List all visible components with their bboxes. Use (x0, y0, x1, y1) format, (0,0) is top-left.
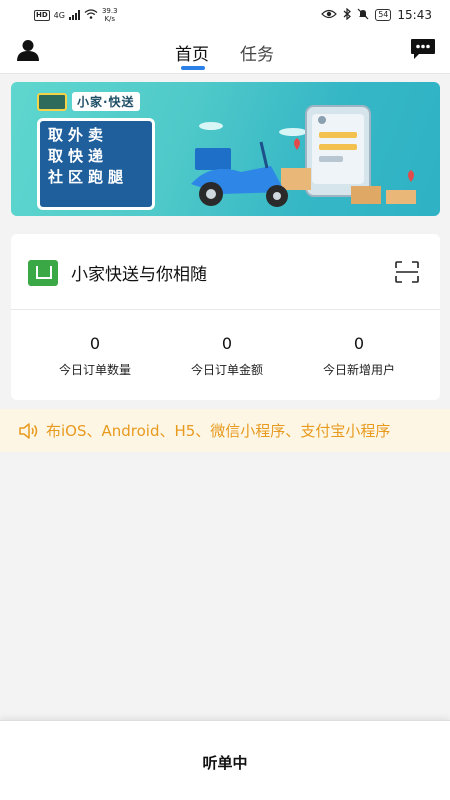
bottom-bar: 听单中 (0, 720, 450, 800)
network-label: 4G (53, 10, 65, 20)
mute-icon (357, 8, 369, 23)
stat-amount[interactable]: 0 今日订单金额 (161, 334, 293, 378)
net-speed: 39.3 K/s (102, 7, 118, 23)
scan-icon[interactable] (395, 261, 419, 283)
stat-label: 今日订单数量 (58, 363, 131, 377)
stat-orders[interactable]: 0 今日订单数量 (29, 334, 161, 378)
status-right: 54 15:43 (321, 7, 432, 23)
user-icon[interactable] (16, 39, 40, 61)
stats-row: 0 今日订单数量 0 今日订单金额 0 今日新增用户 (11, 334, 440, 378)
eye-icon (321, 8, 338, 22)
net-speed-unit: K/s (104, 15, 116, 23)
brand-logo: 小家·快送 (37, 92, 140, 111)
promo-banner[interactable]: 小家·快送 取外卖 取快递 社区跑腿 (11, 82, 440, 216)
stat-new-users[interactable]: 0 今日新增用户 (293, 334, 425, 378)
slogan-line: 取外卖 (48, 126, 109, 144)
delivery-illustration (191, 105, 416, 207)
card-header: 小家快送与你相随 (11, 234, 440, 310)
scooter-logo-icon (37, 92, 67, 111)
tab-task[interactable]: 任务 (240, 40, 274, 65)
card-title: 小家快送与你相随 (71, 265, 207, 285)
top-nav: 首页 任务 (0, 30, 450, 74)
listening-orders-button[interactable]: 听单中 (0, 752, 450, 773)
net-speed-value: 39.3 (101, 7, 118, 15)
hd-badge: HD (34, 9, 50, 21)
stat-value: 0 (89, 334, 101, 353)
brand-name: 小家·快送 (72, 92, 140, 111)
bluetooth-icon (343, 7, 352, 23)
wifi-icon (84, 8, 98, 22)
stats-card: 小家快送与你相随 0 今日订单数量 0 今日订单金额 0 今日新增用户 (11, 234, 440, 400)
tab-home[interactable]: 首页 (175, 40, 209, 65)
speaker-icon (18, 422, 40, 440)
stat-value: 0 (353, 334, 365, 353)
stat-label: 今日订单金额 (190, 363, 263, 377)
notice-bar[interactable]: 布iOS、Android、H5、微信小程序、支付宝小程序 (0, 409, 450, 452)
stat-label: 今日新增用户 (322, 363, 395, 377)
status-bar: HD 4G 39.3 K/s 54 15:43 (0, 0, 450, 30)
status-left: HD 4G 39.3 K/s (34, 7, 118, 23)
slogan-line: 取快递 (48, 147, 109, 165)
notice-text: 布iOS、Android、H5、微信小程序、支付宝小程序 (46, 422, 391, 440)
slogan-line: 社区跑腿 (48, 168, 129, 186)
app-logo-icon (28, 260, 58, 286)
signal-icon (68, 10, 80, 20)
active-tab-indicator (181, 66, 205, 70)
slogan-box: 取外卖 取快递 社区跑腿 (37, 118, 155, 210)
message-icon[interactable] (410, 38, 436, 60)
stat-value: 0 (221, 334, 233, 353)
clock: 15:43 (397, 8, 432, 22)
battery-icon: 54 (375, 9, 392, 21)
